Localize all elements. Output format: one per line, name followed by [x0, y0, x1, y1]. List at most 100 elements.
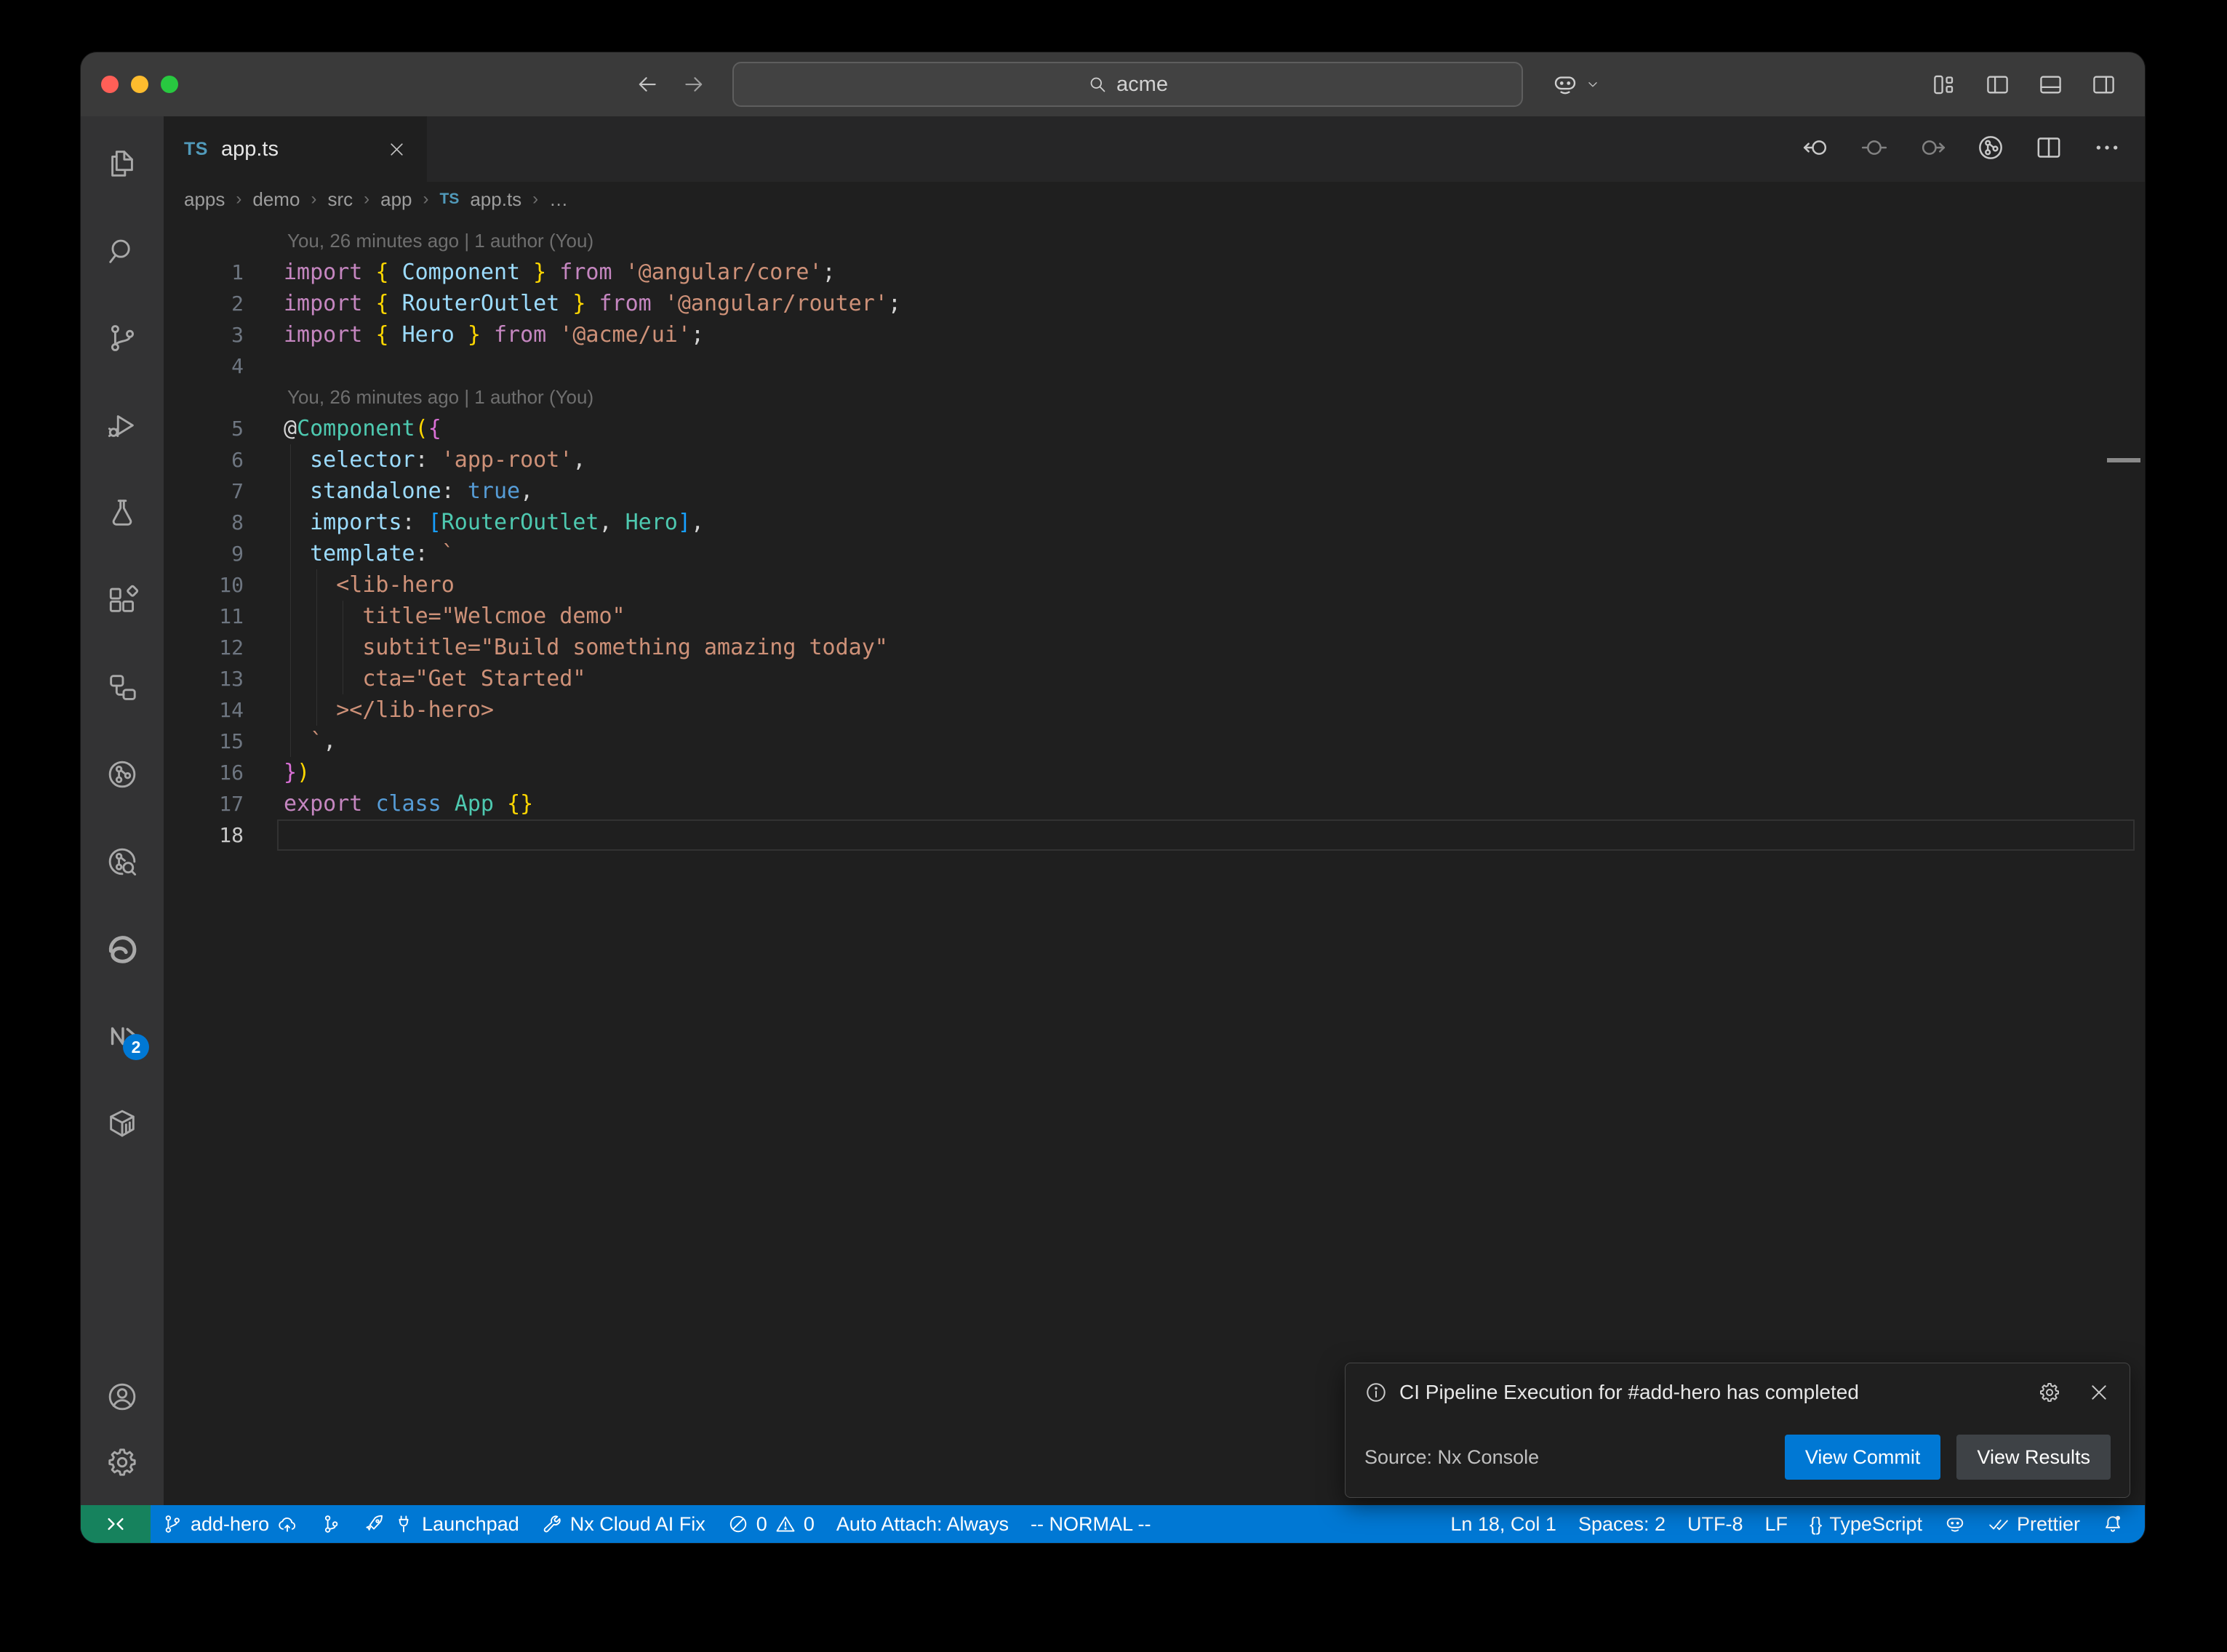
- eol-status[interactable]: LF: [1754, 1505, 1799, 1543]
- breadcrumb-item[interactable]: apps: [184, 188, 225, 211]
- view-commit-button[interactable]: View Commit: [1785, 1435, 1941, 1480]
- copilot-status[interactable]: [1933, 1505, 1977, 1543]
- activity-item-nx-console[interactable]: 2: [105, 1019, 139, 1053]
- source-control-icon: [105, 321, 139, 355]
- code-line-16: 16}): [164, 757, 2145, 788]
- code-text: import { Component } from '@angular/core…: [244, 260, 836, 285]
- indent-guide: [290, 476, 291, 507]
- line-number: 18: [164, 823, 244, 847]
- indent-guide: [290, 726, 291, 757]
- line-number: 11: [164, 604, 244, 628]
- editor-action-ellipsis[interactable]: [2092, 133, 2122, 166]
- zoom-window-button[interactable]: [161, 76, 178, 93]
- breadcrumb-separator: ›: [532, 189, 538, 209]
- nx-cloud-ai-fix-status[interactable]: Nx Cloud AI Fix: [530, 1505, 716, 1543]
- tab-close-icon[interactable]: [387, 140, 407, 159]
- activity-item-search-view[interactable]: [105, 234, 139, 268]
- indent-guide: [290, 601, 291, 632]
- tab-app-ts[interactable]: TS app.ts: [164, 116, 427, 182]
- breadcrumb-item-file[interactable]: app.ts: [470, 188, 521, 211]
- activity-item-nx-graph[interactable]: [105, 758, 139, 791]
- launchpad-status[interactable]: Launchpad: [353, 1505, 530, 1543]
- activity-item-source-control[interactable]: [105, 321, 139, 355]
- cursor-position-status[interactable]: Ln 18, Col 1: [1439, 1505, 1567, 1543]
- code-line-3: 3import { Hero } from '@acme/ui';: [164, 319, 2145, 350]
- breadcrumb-item[interactable]: app: [380, 188, 412, 211]
- close-window-button[interactable]: [101, 76, 119, 93]
- activity-item-run-debug[interactable]: [105, 409, 139, 442]
- breadcrumb-item[interactable]: demo: [252, 188, 300, 211]
- activity-item-explorer[interactable]: [105, 147, 139, 180]
- command-center-search[interactable]: acme: [732, 62, 1523, 107]
- code-text: import { RouterOutlet } from '@angular/r…: [244, 291, 901, 316]
- copilot-menu[interactable]: [1551, 52, 1601, 116]
- activity-item-settings-gear[interactable]: [105, 1446, 139, 1479]
- branch-status[interactable]: add-hero: [151, 1505, 309, 1543]
- plug-icon: [393, 1513, 415, 1535]
- layout-sidebar-left-icon[interactable]: [1984, 71, 2011, 98]
- code-text: export class App {}: [244, 791, 533, 817]
- minimize-window-button[interactable]: [131, 76, 148, 93]
- notification-close-icon[interactable]: [2087, 1381, 2111, 1404]
- activity-item-testing[interactable]: [105, 496, 139, 529]
- activity-bar: 2: [81, 116, 164, 1505]
- prettier-status[interactable]: Prettier: [1977, 1505, 2091, 1543]
- indentation-status[interactable]: Spaces: 2: [1567, 1505, 1676, 1543]
- code-editor[interactable]: You, 26 minutes ago | 1 author (You)1imp…: [164, 217, 2145, 1505]
- vim-mode-status[interactable]: -- NORMAL --: [1020, 1505, 1162, 1543]
- line-number: 13: [164, 667, 244, 691]
- editor-action-split-editor[interactable]: [2034, 133, 2063, 166]
- settings-gear-icon: [105, 1446, 139, 1479]
- editor-action-nav-forward-circle[interactable]: [1918, 133, 1947, 166]
- editor-action-nav-back-circle[interactable]: [1802, 133, 1831, 166]
- activity-item-project-hierarchy[interactable]: [105, 670, 139, 704]
- notifications-bell[interactable]: [2091, 1505, 2135, 1543]
- breadcrumb-item[interactable]: src: [327, 188, 353, 211]
- explorer-icon: [105, 147, 139, 180]
- activity-item-edge-tools[interactable]: [105, 932, 139, 966]
- code-line-7: 7 standalone: true,: [164, 476, 2145, 507]
- indent-guide: [316, 601, 317, 632]
- line-number: 15: [164, 729, 244, 753]
- code-line-11: 11 title="Welcmoe demo": [164, 601, 2145, 632]
- activity-item-account[interactable]: [105, 1380, 139, 1414]
- auto-attach-status[interactable]: Auto Attach: Always: [825, 1505, 1020, 1543]
- traffic-lights: [101, 76, 178, 93]
- problems-status[interactable]: 00: [716, 1505, 825, 1543]
- editor-action-circle-io[interactable]: [1860, 133, 1889, 166]
- view-results-button[interactable]: View Results: [1956, 1435, 2111, 1480]
- status-label: Nx Cloud AI Fix: [570, 1513, 705, 1536]
- status-label: TypeScript: [1829, 1513, 1922, 1536]
- line-number: 4: [164, 354, 244, 378]
- arrow-forward-icon[interactable]: [681, 72, 706, 97]
- activity-item-nx-graph-search[interactable]: [105, 845, 139, 878]
- layout-panel-icon[interactable]: [2037, 71, 2064, 98]
- notification-settings-gear-icon[interactable]: [2038, 1381, 2061, 1404]
- typescript-file-icon: TS: [440, 191, 460, 208]
- remote-icon: [105, 1513, 127, 1535]
- ellipsis-icon: [2092, 133, 2122, 162]
- editor-action-nx-graph[interactable]: [1976, 133, 2005, 166]
- remote-indicator[interactable]: [81, 1505, 151, 1543]
- layout-customize-icon[interactable]: [1931, 71, 1958, 98]
- copilot-icon: [1551, 71, 1579, 98]
- line-number: 17: [164, 792, 244, 816]
- language-status[interactable]: {}TypeScript: [1799, 1505, 1933, 1543]
- code-line-5: 5@Component({: [164, 413, 2145, 444]
- activity-item-container[interactable]: [105, 1107, 139, 1140]
- code-text: selector: 'app-root',: [244, 447, 585, 473]
- code-line-6: 6 selector: 'app-root',: [164, 444, 2145, 476]
- code-line-10: 10 <lib-hero: [164, 569, 2145, 601]
- encoding-status[interactable]: UTF-8: [1676, 1505, 1754, 1543]
- activity-item-extensions[interactable]: [105, 583, 139, 617]
- breadcrumb-separator: ›: [364, 189, 369, 209]
- indent-guide: [290, 507, 291, 538]
- breadcrumb-symbol-tail[interactable]: …: [549, 188, 568, 211]
- search-icon: [1087, 74, 1108, 95]
- overview-ruler-marker: [2107, 458, 2140, 462]
- arrow-back-icon[interactable]: [635, 72, 660, 97]
- blame-annotation-row: You, 26 minutes ago | 1 author (You): [164, 225, 2145, 257]
- layout-sidebar-right-icon[interactable]: [2090, 71, 2117, 98]
- line-number: 14: [164, 698, 244, 722]
- git-graph-status[interactable]: [309, 1505, 353, 1543]
